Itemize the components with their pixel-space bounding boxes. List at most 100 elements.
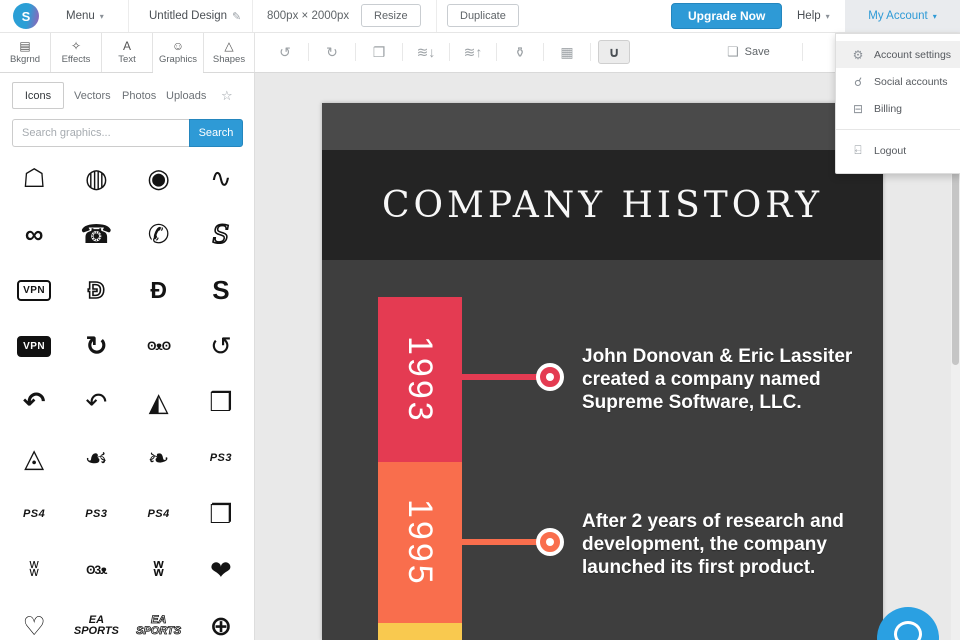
graphic-ps4-logo[interactable]: PS4 bbox=[3, 486, 65, 542]
menu-item-logout[interactable]: ⍇ Logout bbox=[836, 137, 960, 164]
graphic-globe-grid[interactable]: ⊕ bbox=[190, 598, 252, 640]
graphic-pyramid-eye-filled[interactable]: ◭ bbox=[128, 374, 190, 430]
layered-squares-outline-icon: ❐ bbox=[209, 498, 233, 529]
graphic-uturn-arrow-filled[interactable]: ↶ bbox=[3, 374, 65, 430]
graphic-badge-outline[interactable]: ◍ bbox=[65, 150, 127, 206]
tool-tab-graphics[interactable]: ☺ Graphics bbox=[153, 32, 204, 73]
tool-tab-text[interactable]: A Text bbox=[102, 32, 153, 72]
graphic-ps3-logo[interactable]: PS3 bbox=[190, 430, 252, 486]
upgrade-now-button[interactable]: Upgrade Now bbox=[671, 3, 783, 29]
canvas-title-band[interactable]: COMPANY HISTORY bbox=[322, 150, 883, 260]
graphic-ps4-logo[interactable]: PS4 bbox=[128, 486, 190, 542]
graphic-ea-sports-logo-outline[interactable]: EA SPORTS bbox=[128, 598, 190, 640]
timeline-node[interactable] bbox=[536, 363, 564, 391]
divider bbox=[436, 0, 437, 32]
graphic-fangs-mouth-filled[interactable]: ʬ bbox=[128, 542, 190, 598]
help-dropdown[interactable]: Help ▾ bbox=[797, 0, 830, 32]
resize-button[interactable]: Resize bbox=[361, 4, 421, 27]
badge-filled-icon: ◉ bbox=[147, 162, 170, 193]
graphic-letter-s-bold[interactable]: S bbox=[190, 262, 252, 318]
design-canvas[interactable]: COMPANY HISTORY 1993 John Donovan & Eric … bbox=[322, 103, 883, 640]
panel-tab-vectors[interactable]: Vectors bbox=[74, 82, 111, 109]
image-icon: ▤ bbox=[19, 38, 31, 53]
panel-tab-photos[interactable]: Photos bbox=[122, 82, 156, 109]
tool-tab-shapes[interactable]: △ Shapes bbox=[204, 32, 255, 72]
menu-item-account-settings[interactable]: ⚙ Account settings bbox=[836, 41, 960, 68]
search-button[interactable]: Search bbox=[189, 119, 243, 147]
timeline-text[interactable]: John Donovan & Eric Lassiter created a c… bbox=[582, 345, 874, 414]
graphic-rotate-arrow-filled[interactable]: ↻ bbox=[65, 318, 127, 374]
duplicate-button[interactable]: Duplicate bbox=[447, 4, 519, 27]
edit-pencil-icon[interactable]: ✎ bbox=[232, 10, 241, 23]
tool-tab-label: Graphics bbox=[158, 53, 197, 65]
graphic-eagle-head-outline[interactable]: ☙ bbox=[65, 430, 127, 486]
save-button[interactable]: Save bbox=[745, 46, 770, 58]
menu-item-social-accounts[interactable]: ☌ Social accounts bbox=[836, 68, 960, 95]
bring-forward-button[interactable]: ≋↑ bbox=[450, 32, 496, 72]
menu-item-label: Social accounts bbox=[874, 75, 948, 88]
timeline-year-block[interactable]: 1995 bbox=[378, 462, 462, 623]
graphic-panda-face[interactable]: ʘᴥʘ bbox=[128, 318, 190, 374]
graphic-phone-out-filled[interactable]: ☎ bbox=[65, 206, 127, 262]
graphic-vpn-badge-outline[interactable]: VPN bbox=[3, 262, 65, 318]
search-input[interactable] bbox=[12, 119, 189, 147]
puzzle-heart-filled-icon: ❤ bbox=[209, 554, 232, 585]
canvas-top-band[interactable] bbox=[322, 103, 883, 150]
chevron-down-icon: ▾ bbox=[932, 11, 937, 21]
graphic-layered-squares-outline[interactable]: ❐ bbox=[190, 486, 252, 542]
canvas-title-text[interactable]: COMPANY HISTORY bbox=[382, 185, 823, 226]
graphic-phone-out-outline[interactable]: ✆ bbox=[128, 206, 190, 262]
graphic-shield-pin-outline[interactable]: ☖ bbox=[3, 150, 65, 206]
timeline-year-label: 1995 bbox=[401, 498, 439, 587]
text-icon: A bbox=[122, 38, 131, 53]
graphic-badge-filled[interactable]: ◉ bbox=[128, 150, 190, 206]
panel-tab-uploads[interactable]: Uploads bbox=[166, 82, 206, 109]
graphic-ea-sports-logo[interactable]: EA SPORTS bbox=[65, 598, 127, 640]
graphic-fangs-mouth-outline[interactable]: ʬ bbox=[3, 542, 65, 598]
panda-face-icon: ʘᴥʘ bbox=[147, 339, 171, 353]
menu-item-label: Logout bbox=[874, 144, 907, 157]
timeline-node[interactable] bbox=[536, 528, 564, 556]
my-account-dropdown[interactable]: My Account ▾ bbox=[845, 0, 960, 32]
graphic-chain-link[interactable]: ∞ bbox=[3, 206, 65, 262]
menu-dropdown[interactable]: Menu ▾ bbox=[66, 0, 104, 32]
favorites-star-icon[interactable]: ☆ bbox=[221, 88, 233, 104]
chat-bubble-button[interactable] bbox=[877, 607, 939, 640]
graphic-swoosh-outline[interactable]: ∿ bbox=[190, 150, 252, 206]
graphic-speed-d-outline[interactable]: Ɖ bbox=[65, 262, 127, 318]
graphic-uturn-arrow-outline[interactable]: ↶ bbox=[65, 374, 127, 430]
grid-button[interactable]: ▦ bbox=[544, 32, 590, 72]
delete-element-button[interactable]: ⚱ bbox=[497, 32, 543, 72]
app-logo[interactable]: S bbox=[13, 3, 39, 29]
triangle-icon: △ bbox=[224, 38, 234, 53]
graphic-puzzle-heart-filled[interactable]: ❤ bbox=[190, 542, 252, 598]
chevron-down-icon: ▾ bbox=[99, 11, 104, 21]
send-backward-button[interactable]: ≋↓ bbox=[403, 32, 449, 72]
duplicate-element-button[interactable]: ❐ bbox=[356, 32, 402, 72]
graphic-layered-squares-filled[interactable]: ❒ bbox=[190, 374, 252, 430]
timeline-text[interactable]: After 2 years of research and developmen… bbox=[582, 510, 874, 579]
graphic-ps3-logo[interactable]: PS3 bbox=[65, 486, 127, 542]
snap-magnet-button[interactable]: ∪ bbox=[591, 32, 637, 72]
graphic-rotate-arrow-outline[interactable]: ↺ bbox=[190, 318, 252, 374]
graphic-speed-d-filled[interactable]: Ɖ bbox=[128, 262, 190, 318]
ps4-logo-icon: PS4 bbox=[22, 508, 46, 520]
tool-tab-bkgrnd[interactable]: ▤ Bkgrnd bbox=[0, 32, 51, 72]
graphic-letter-s-outline[interactable]: S bbox=[190, 206, 252, 262]
panel-tab-icons[interactable]: Icons bbox=[12, 82, 64, 109]
tool-tab-label: Shapes bbox=[212, 53, 246, 65]
ea-sports-logo-outline-icon: EA SPORTS bbox=[136, 614, 182, 637]
timeline-year-block[interactable]: 1993 bbox=[378, 297, 462, 462]
next-year-block[interactable] bbox=[378, 623, 462, 640]
design-name[interactable]: Untitled Design ✎ bbox=[149, 0, 241, 32]
graphic-vpn-badge-filled[interactable]: VPN bbox=[3, 318, 65, 374]
graphic-puzzle-heart-outline[interactable]: ♡ bbox=[3, 598, 65, 640]
undo-button[interactable]: ↺ bbox=[262, 32, 308, 72]
redo-button[interactable]: ↻ bbox=[309, 32, 355, 72]
top-bar: S Menu ▾ Untitled Design ✎ 800px × 2000p… bbox=[0, 0, 960, 33]
menu-item-billing[interactable]: ⊟ Billing bbox=[836, 95, 960, 122]
graphic-pyramid-eye-outline[interactable]: ◬ bbox=[3, 430, 65, 486]
graphic-panda-kiss-face[interactable]: ʘ3ᴥ bbox=[65, 542, 127, 598]
graphic-eagle-head-filled[interactable]: ❧ bbox=[128, 430, 190, 486]
tool-tab-effects[interactable]: ✧ Effects bbox=[51, 32, 102, 72]
